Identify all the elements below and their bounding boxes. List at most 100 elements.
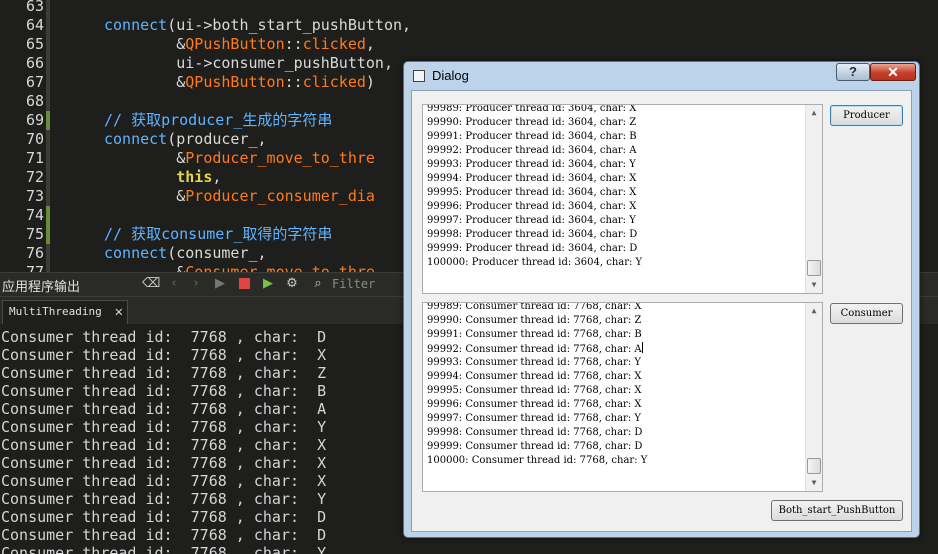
filter-search-icon[interactable]: ⌕ (310, 276, 326, 292)
dialog-window: Dialog ? ✕ 99989: Producer thread id: 36… (403, 61, 920, 538)
line-number: 64 (25, 16, 44, 34)
log-line: 99991: Producer thread id: 3604, char: B (427, 131, 637, 142)
output-line: Consumer thread id: 7768 , char: Y (1, 490, 327, 508)
log-line: 99999: Producer thread id: 3604, char: D (427, 243, 638, 254)
debug-run-icon[interactable]: ▶ (260, 276, 276, 292)
dialog-client-area: 99989: Producer thread id: 3604, char: X… (411, 90, 912, 532)
code-text: // 获取consumer_取得的字符串 (104, 225, 332, 244)
log-line: 99994: Consumer thread id: 7768, char: X (427, 371, 642, 382)
output-line: Consumer thread id: 7768 , char: D (1, 328, 327, 346)
code-line[interactable]: 64 connect(ui->both_start_pushButton, (0, 16, 938, 35)
scroll-thumb[interactable] (807, 260, 821, 276)
code-text: this, (104, 168, 221, 187)
log-line: 99998: Producer thread id: 3604, char: D (427, 229, 638, 240)
code-text: connect(ui->both_start_pushButton, (104, 16, 411, 35)
dialog-titlebar[interactable]: Dialog ? ✕ (404, 62, 919, 90)
log-line: 99997: Consumer thread id: 7768, char: Y (427, 413, 641, 424)
dialog-title: Dialog (432, 68, 469, 83)
log-line: 99991: Consumer thread id: 7768, char: B (427, 329, 642, 340)
output-line: Consumer thread id: 7768 , char: Z (1, 364, 327, 382)
log-line: 99992: Consumer thread id: 7768, char: A (427, 342, 643, 355)
change-marker (46, 16, 50, 35)
line-number: 66 (25, 54, 44, 72)
code-token: (producer_, (167, 130, 267, 148)
code-token: & (104, 263, 186, 272)
change-marker (46, 187, 50, 206)
change-marker (46, 54, 50, 73)
stop-icon[interactable] (236, 276, 252, 292)
line-number: 63 (25, 0, 44, 15)
code-token: & (104, 35, 186, 53)
code-token: & (104, 187, 186, 205)
output-line: Consumer thread id: 7768 , char: D (1, 508, 327, 526)
code-token: ui->consumer_pushButton, (104, 54, 393, 72)
change-marker (46, 263, 50, 272)
code-token: this (176, 168, 213, 186)
consumer-button[interactable]: Consumer (830, 303, 903, 324)
change-marker (46, 130, 50, 149)
code-token: :: (284, 73, 303, 91)
code-line[interactable]: 65 &QPushButton::clicked, (0, 35, 938, 54)
scroll-thumb[interactable] (807, 458, 821, 474)
code-text: connect(producer_, (104, 130, 267, 149)
log-line: 99989: Producer thread id: 3604, char: X (427, 104, 637, 114)
line-number: 73 (25, 187, 44, 205)
log-line: 99993: Producer thread id: 3604, char: Y (427, 159, 636, 170)
tab-close-icon[interactable]: ✕ (115, 301, 123, 323)
change-marker (46, 225, 50, 244)
code-token: clicked (302, 73, 366, 91)
producer-text-edit[interactable]: 99989: Producer thread id: 3604, char: X… (422, 104, 823, 294)
code-token: connect (104, 244, 168, 262)
run-icon[interactable]: ▶ (212, 276, 228, 292)
log-line: 99990: Consumer thread id: 7768, char: Z (427, 315, 642, 326)
change-marker (46, 149, 50, 168)
consumer-scrollbar[interactable]: ▲ ▼ (805, 303, 822, 491)
code-text: &Producer_consumer_dia (104, 187, 375, 206)
next-arrow-icon[interactable]: › (188, 276, 204, 292)
code-token: Producer_consumer_dia (185, 187, 375, 205)
code-token: QPushButton (185, 73, 285, 91)
scroll-up-arrow-icon[interactable]: ▲ (806, 303, 822, 319)
line-number: 72 (25, 168, 44, 186)
log-line: 99995: Consumer thread id: 7768, char: X (427, 385, 642, 396)
code-token: , (365, 35, 375, 53)
scroll-down-arrow-icon[interactable]: ▼ (806, 277, 822, 293)
log-line: 99999: Consumer thread id: 7768, char: D (427, 441, 643, 452)
output-line: Consumer thread id: 7768 , char: B (1, 382, 327, 400)
clear-icon[interactable]: ⌫ (142, 276, 160, 292)
log-line: 99998: Consumer thread id: 7768, char: D (427, 427, 643, 438)
help-button[interactable]: ? (836, 63, 870, 81)
code-text: &QPushButton::clicked, (104, 35, 375, 54)
code-token: Consumer_move_to_thre (185, 263, 375, 272)
settings-gear-icon[interactable]: ⚙ (284, 276, 300, 292)
text-cursor (641, 342, 643, 353)
both-start-button[interactable]: Both_start_PushButton (771, 500, 903, 521)
tab-multithreading[interactable]: MultiThreading ✕ (2, 300, 128, 324)
consumer-text-edit[interactable]: 99989: Consumer thread id: 7768, char: X… (422, 302, 823, 492)
change-marker (46, 35, 50, 54)
code-token: connect (104, 16, 168, 34)
prev-arrow-icon[interactable]: ‹ (166, 276, 182, 292)
output-pane-title: 应用程序输出 (2, 280, 81, 295)
code-line[interactable]: 63 (0, 0, 938, 16)
code-token: // 获取producer_生成的字符串 (104, 111, 333, 129)
code-token: clicked (302, 35, 366, 53)
window-app-icon (413, 70, 425, 82)
filter-input[interactable]: Filter (332, 277, 375, 291)
change-marker (46, 0, 50, 16)
producer-scrollbar[interactable]: ▲ ▼ (805, 105, 822, 293)
scroll-down-arrow-icon[interactable]: ▼ (806, 475, 822, 491)
code-text: connect(consumer_, (104, 244, 267, 263)
output-line: Consumer thread id: 7768 , char: X (1, 472, 327, 490)
line-number: 69 (25, 111, 44, 129)
code-text: &Producer_move_to_thre (104, 149, 375, 168)
line-number: 77 (25, 263, 44, 272)
code-token: , (212, 168, 222, 186)
scroll-up-arrow-icon[interactable]: ▲ (806, 105, 822, 121)
log-line: 99994: Producer thread id: 3604, char: X (427, 173, 637, 184)
change-marker (46, 168, 50, 187)
producer-button[interactable]: Producer (830, 105, 903, 126)
line-number: 74 (25, 206, 44, 224)
close-button[interactable]: ✕ (870, 63, 916, 81)
